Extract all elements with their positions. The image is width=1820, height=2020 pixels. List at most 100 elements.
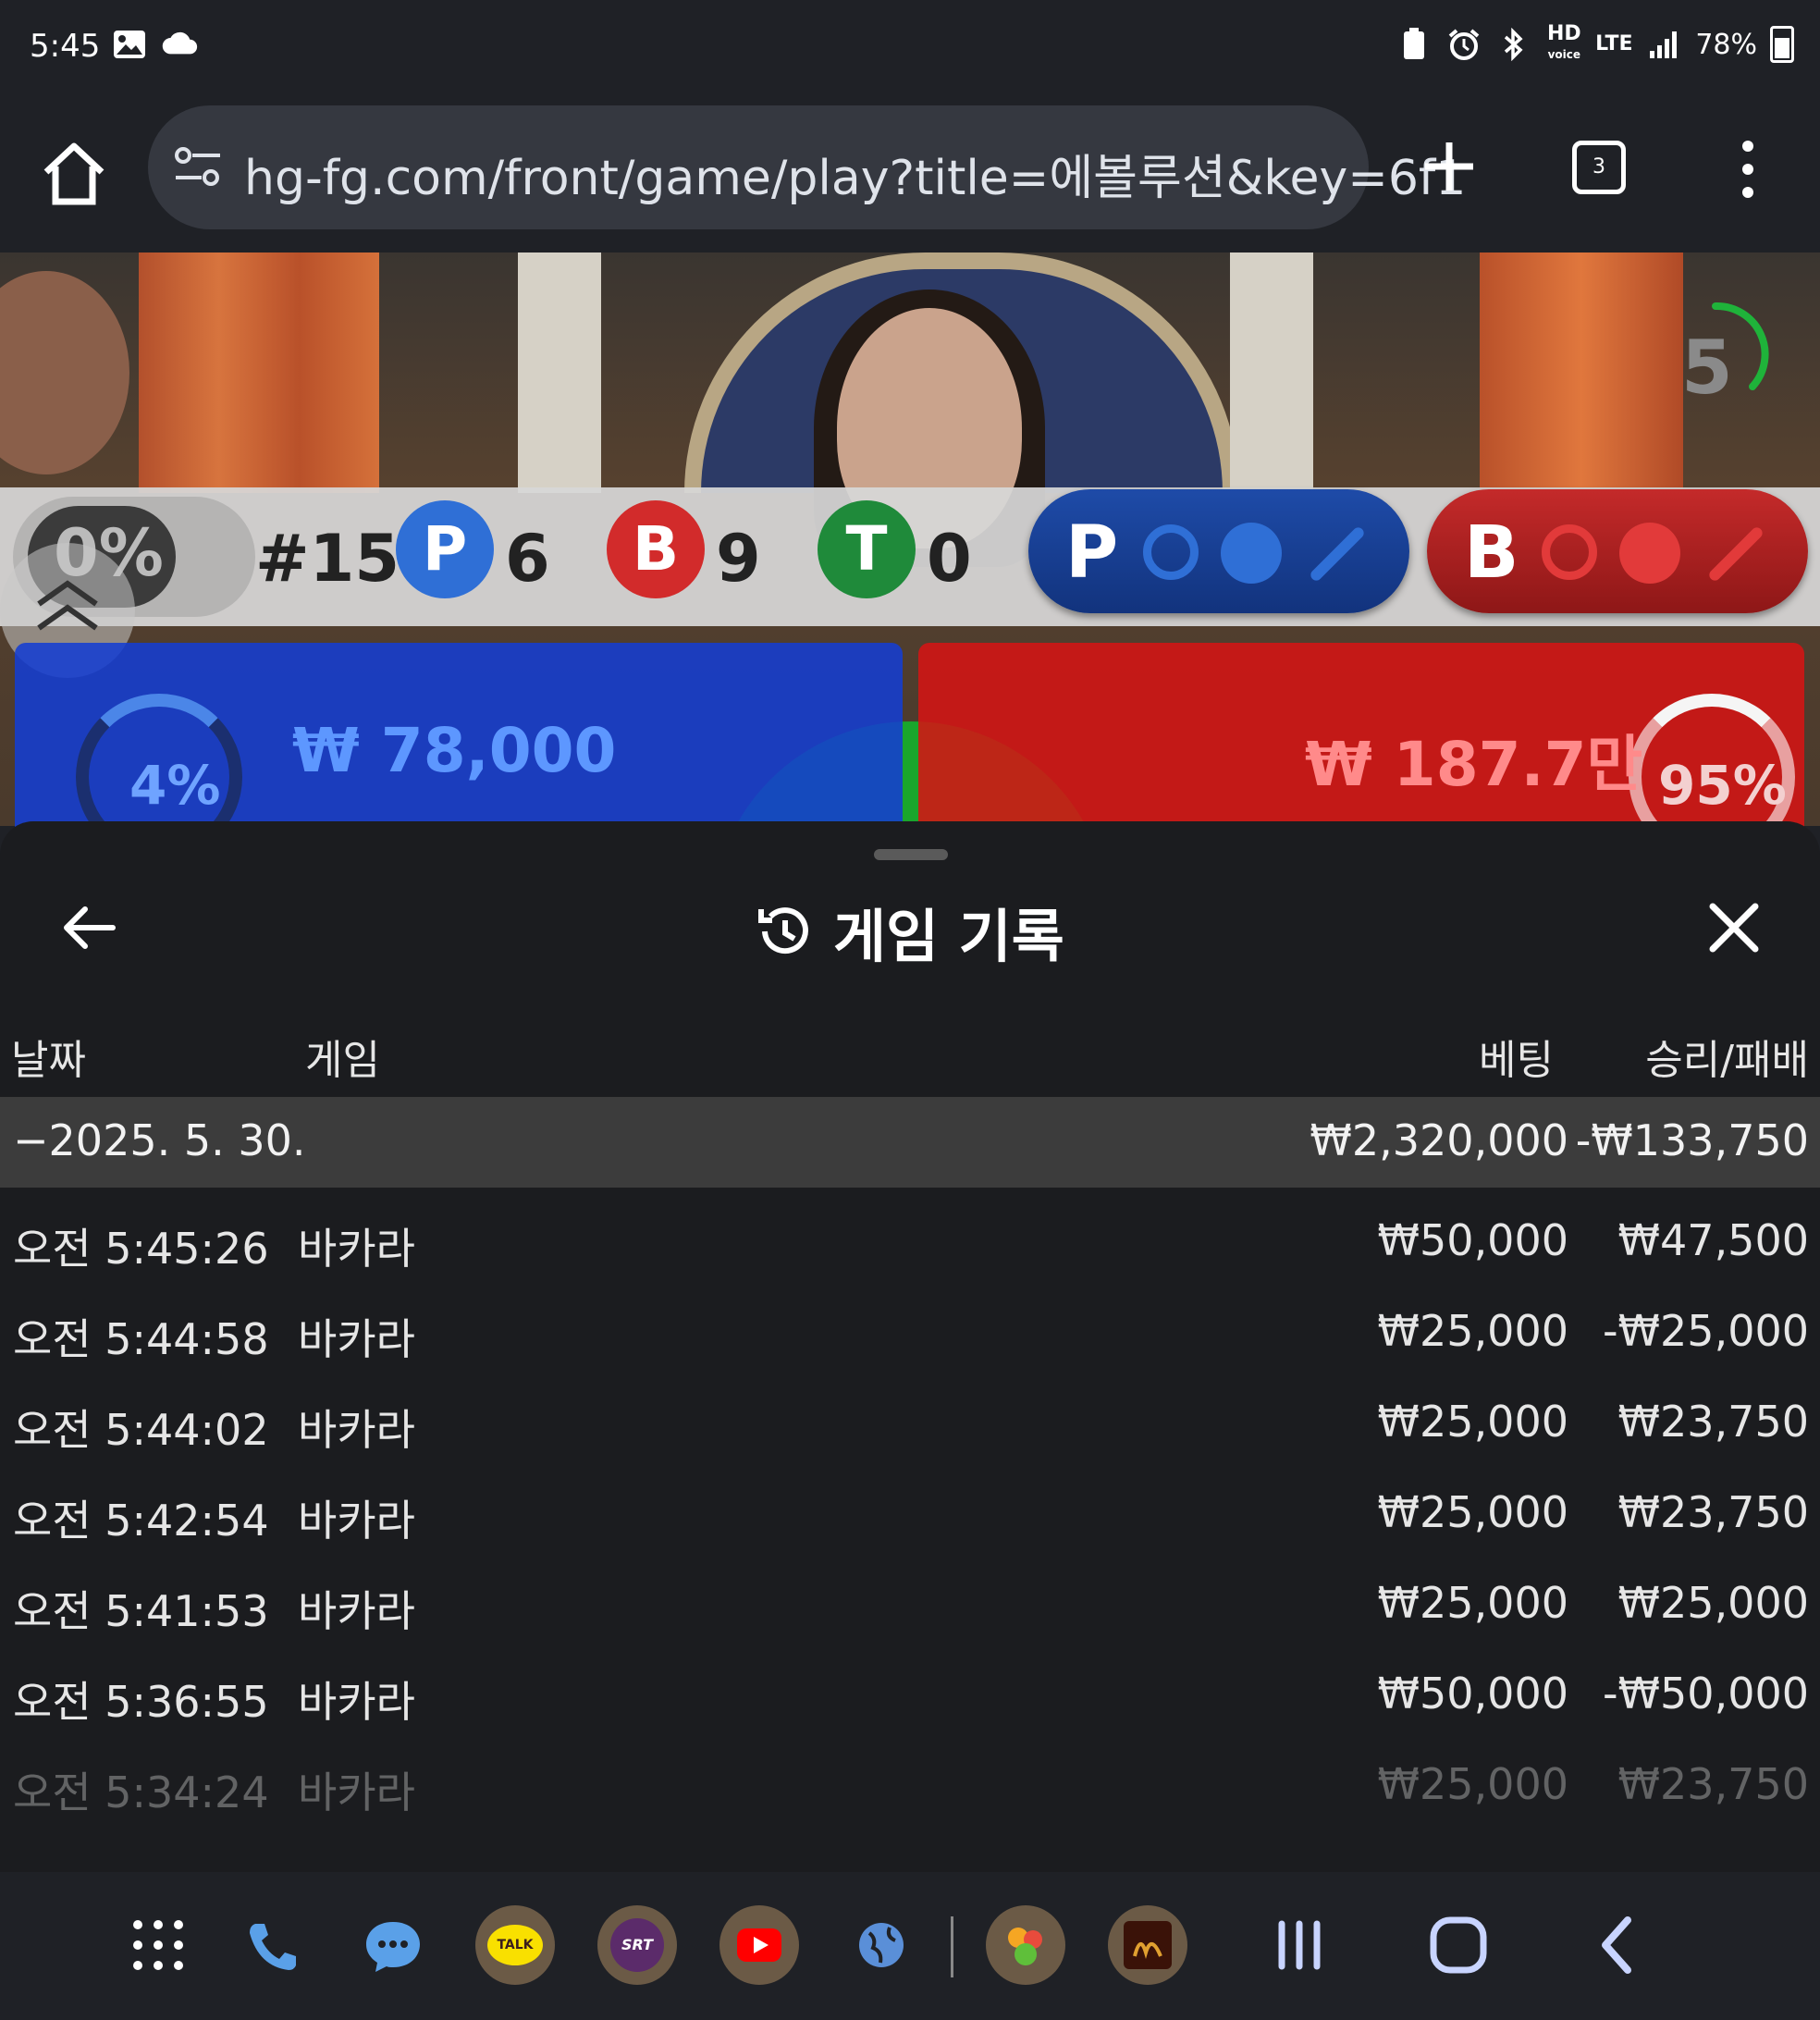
phone-icon xyxy=(250,1924,296,1970)
recent-apps-icon xyxy=(1278,1920,1321,1970)
cockroach-slash-icon xyxy=(1308,524,1367,584)
banker-bet-panel[interactable]: 95% ₩ 187.7만 xyxy=(918,643,1804,860)
more-menu-button[interactable] xyxy=(1731,137,1765,202)
site-settings-icon[interactable] xyxy=(172,144,224,191)
row-game: 바카라 xyxy=(298,1586,415,1636)
new-tab-button[interactable] xyxy=(1420,137,1479,196)
game-app-icon xyxy=(986,1905,1065,1985)
row-winloss: ₩23,750 xyxy=(1617,1487,1809,1537)
banker-predict-button[interactable]: B xyxy=(1427,489,1808,613)
home-nav-button[interactable] xyxy=(1419,1905,1498,1985)
lte-icon: LTE xyxy=(1595,32,1633,55)
row-time: 오전 5:42:54 xyxy=(13,1496,269,1546)
history-row[interactable]: 오전 5:34:24 바카라 ₩25,000 ₩23,750 xyxy=(0,1739,1820,1829)
fruit-game-app[interactable] xyxy=(986,1905,1065,1985)
banker-bet-percent: 95% xyxy=(1658,754,1787,817)
bluetooth-icon xyxy=(1495,26,1532,63)
srt-label: SRT xyxy=(610,1918,664,1972)
close-button[interactable] xyxy=(1702,895,1766,960)
row-time: 오전 5:44:02 xyxy=(13,1405,269,1455)
banker-bet-amount: ₩ 187.7만 xyxy=(1305,729,1643,800)
date-group-date: −2025. 5. 30. xyxy=(13,1115,306,1165)
player-predict-letter: P xyxy=(1065,511,1119,595)
lineage-m-app[interactable] xyxy=(1108,1905,1187,1985)
kakaotalk-icon: TALK xyxy=(475,1905,555,1985)
kakaotalk-label: TALK xyxy=(487,1925,543,1965)
history-row[interactable]: 오전 5:41:53 바카라 ₩25,000 ₩25,000 xyxy=(0,1558,1820,1648)
sheet-title: 게임 기록 xyxy=(833,903,1064,970)
banker-count-badge: B xyxy=(607,500,705,598)
column-header-winloss: 승리/패배 xyxy=(1645,1037,1809,1084)
srt-app[interactable]: SRT xyxy=(597,1905,677,1985)
date-group-total-bet: ₩2,320,000 xyxy=(1310,1115,1568,1165)
date-group-total-winloss: -₩133,750 xyxy=(1575,1115,1809,1165)
round-number: #15 xyxy=(255,521,400,597)
back-nav-button[interactable] xyxy=(1578,1905,1657,1985)
row-time: 오전 5:34:24 xyxy=(13,1768,269,1817)
row-game: 바카라 xyxy=(298,1496,415,1546)
player-bet-percent: 4% xyxy=(129,754,221,817)
plus-icon xyxy=(1425,142,1473,191)
game-history-sheet: 게임 기록 날짜 게임 베팅 승리/패배 −2025. 5. 30. ₩2,32… xyxy=(0,821,1820,1872)
sheet-drag-handle[interactable] xyxy=(874,849,948,860)
address-bar[interactable]: hg-fg.com/front/game/play?title=에볼루션&key… xyxy=(148,105,1466,229)
big-eye-dot-icon xyxy=(1221,523,1282,584)
apps-grid-button[interactable] xyxy=(118,1905,198,1985)
row-game: 바카라 xyxy=(298,1314,415,1364)
internet-app[interactable] xyxy=(842,1905,921,1985)
kakaotalk-app[interactable]: TALK xyxy=(475,1905,555,1985)
row-winloss: -₩25,000 xyxy=(1602,1306,1809,1356)
row-bet: ₩25,000 xyxy=(1377,1397,1568,1447)
messages-app[interactable] xyxy=(353,1905,433,1985)
apps-grid-icon xyxy=(133,1920,183,1970)
row-bet: ₩25,000 xyxy=(1377,1487,1568,1537)
recent-apps-button[interactable] xyxy=(1260,1905,1339,1985)
history-row[interactable]: 오전 5:42:54 바카라 ₩25,000 ₩23,750 xyxy=(0,1467,1820,1558)
banker-predict-letter: B xyxy=(1464,511,1519,595)
status-time: 5:45 xyxy=(30,28,101,65)
history-row[interactable]: 오전 5:45:26 바카라 ₩50,000 ₩47,500 xyxy=(0,1195,1820,1286)
row-winloss: ₩47,500 xyxy=(1617,1215,1809,1265)
row-time: 오전 5:45:26 xyxy=(13,1224,269,1274)
player-predict-button[interactable]: P xyxy=(1028,489,1409,613)
row-bet: ₩50,000 xyxy=(1377,1669,1568,1718)
youtube-icon xyxy=(719,1905,799,1985)
row-winloss: ₩23,750 xyxy=(1617,1397,1809,1447)
row-bet: ₩25,000 xyxy=(1377,1759,1568,1809)
banker-count: 9 xyxy=(716,521,761,597)
signal-icon xyxy=(1645,26,1682,63)
taskbar-dock: TALK SRT xyxy=(0,1872,1820,2020)
tie-count-badge: T xyxy=(818,500,916,598)
tab-switcher-button[interactable]: 3 xyxy=(1572,141,1626,194)
roadmap-strip: 0% #15 P 6 B 9 T 0 P B xyxy=(0,487,1820,626)
big-road-ring-icon xyxy=(1143,524,1199,580)
row-time: 오전 5:36:55 xyxy=(13,1677,269,1727)
history-row[interactable]: 오전 5:44:58 바카라 ₩25,000 -₩25,000 xyxy=(0,1286,1820,1376)
home-button[interactable] xyxy=(37,137,111,211)
video-pillar xyxy=(518,252,601,493)
back-button[interactable] xyxy=(57,895,122,960)
lineage-m-icon xyxy=(1108,1905,1187,1985)
dock-separator xyxy=(951,1916,953,1977)
video-curtain-right xyxy=(1480,252,1683,493)
home-nav-icon xyxy=(1430,1916,1487,1974)
big-eye-dot-icon xyxy=(1619,523,1680,584)
column-header-date: 날짜 xyxy=(11,1037,86,1084)
date-group-row[interactable]: −2025. 5. 30. ₩2,320,000 -₩133,750 xyxy=(0,1097,1820,1188)
row-game: 바카라 xyxy=(298,1677,415,1727)
srt-icon: SRT xyxy=(597,1905,677,1985)
row-winloss: ₩25,000 xyxy=(1617,1578,1809,1628)
phone-app[interactable] xyxy=(231,1905,311,1985)
youtube-app[interactable] xyxy=(719,1905,799,1985)
more-vert-icon xyxy=(1742,141,1753,198)
history-row[interactable]: 오전 5:36:55 바카라 ₩50,000 -₩50,000 xyxy=(0,1648,1820,1739)
row-time: 오전 5:41:53 xyxy=(13,1586,269,1636)
close-icon xyxy=(1709,903,1759,953)
player-bet-panel[interactable]: 4% ₩ 78,000 xyxy=(15,643,903,860)
row-winloss: ₩23,750 xyxy=(1617,1759,1809,1809)
cockroach-slash-icon xyxy=(1706,524,1765,584)
url-text[interactable]: hg-fg.com/front/game/play?title=에볼루션&key… xyxy=(244,139,1466,208)
back-nav-icon xyxy=(1602,1916,1631,1974)
countdown-timer: 5 xyxy=(1681,325,1733,411)
history-row[interactable]: 오전 5:44:02 바카라 ₩25,000 ₩23,750 xyxy=(0,1376,1820,1467)
